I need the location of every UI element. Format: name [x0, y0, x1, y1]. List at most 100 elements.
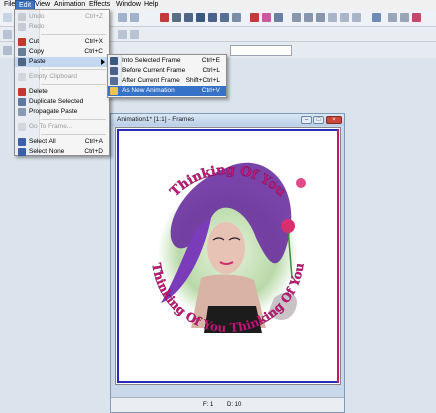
- submenu-arrow-icon: [101, 59, 105, 65]
- copy-icon[interactable]: [172, 13, 181, 22]
- delete-frame-icon[interactable]: [232, 13, 241, 22]
- delete-icon: [18, 88, 26, 96]
- menu-item-select-none[interactable]: Select None Ctrl+D: [15, 147, 109, 157]
- first-frame-icon[interactable]: [328, 13, 337, 22]
- grid-icon[interactable]: [400, 13, 409, 22]
- menu-item-select-all[interactable]: Select All Ctrl+A: [15, 137, 109, 147]
- frame-status-bar: F: 1 D: 10: [111, 397, 344, 412]
- maximize-icon[interactable]: □: [313, 116, 324, 124]
- menu-item-shortcut: Ctrl+C: [84, 48, 103, 55]
- paste-icon: [18, 58, 26, 66]
- undo-icon: [18, 13, 26, 21]
- help-icon[interactable]: [372, 13, 381, 22]
- frame-delay: D: 10: [227, 402, 242, 408]
- menu-item-before-current-frame[interactable]: Before Current Frame Ctrl+L: [108, 66, 226, 76]
- menu-item-label: After Current Frame: [122, 77, 180, 84]
- menu-item-copy[interactable]: Copy Ctrl+C: [15, 47, 109, 57]
- frames-window: Animation1* [1:1] - Frames – □ × Thinkin…: [110, 113, 345, 413]
- menu-item-label: Cut: [29, 38, 40, 45]
- menu-item-label: Paste: [29, 58, 46, 65]
- menu-item-shortcut: Ctrl+X: [84, 38, 103, 45]
- menu-item-shortcut: Ctrl+D: [84, 148, 103, 155]
- menu-item-go-to-frame[interactable]: Go To Frame...: [15, 122, 109, 132]
- menu-separator: [41, 119, 106, 120]
- go-to-frame-icon: [18, 123, 26, 131]
- redo-icon: [18, 23, 26, 31]
- paste-before-icon[interactable]: [208, 13, 217, 22]
- paste-submenu: Into Selected Frame Ctrl+E Before Curren…: [107, 54, 227, 98]
- paste-into-frame-icon: [110, 57, 118, 65]
- scissors-icon: [18, 38, 26, 46]
- menu-item-label: Copy: [29, 48, 45, 55]
- play-icon[interactable]: [304, 13, 313, 22]
- select-none-icon: [18, 148, 26, 156]
- border-right: [337, 129, 339, 383]
- menu-separator: [41, 134, 106, 135]
- paste-frame-icon[interactable]: [196, 13, 205, 22]
- menu-item-redo[interactable]: Redo: [15, 22, 109, 32]
- menu-item-label: Into Selected Frame: [122, 57, 181, 64]
- menu-item-shortcut: Ctrl+L: [202, 67, 220, 74]
- paste-icon[interactable]: [184, 13, 193, 22]
- frame-canvas[interactable]: Thinking Of You Thinking Of You Thinking…: [115, 127, 341, 385]
- window-title: Animation1* [1:1] - Frames: [117, 116, 195, 123]
- redo-icon[interactable]: [130, 13, 139, 22]
- new-icon[interactable]: [3, 13, 12, 22]
- border-top: [117, 129, 339, 131]
- menu-item-empty-clipboard[interactable]: Empty Clipboard: [15, 72, 109, 82]
- paste-after-icon: [110, 77, 118, 85]
- menu-item-shortcut: Ctrl+A: [84, 138, 103, 145]
- menu-item-cut[interactable]: Cut Ctrl+X: [15, 37, 109, 47]
- propagate-icon: [18, 108, 26, 116]
- menu-item-label: Undo: [29, 13, 45, 20]
- menu-window[interactable]: Window: [113, 0, 144, 10]
- rose-flower: [281, 219, 295, 233]
- menu-item-label: Select None: [29, 148, 65, 155]
- frame-image: Thinking Of You Thinking Of You Thinking…: [117, 129, 339, 383]
- stop-icon[interactable]: [316, 13, 325, 22]
- cut-icon[interactable]: [160, 13, 169, 22]
- tool-option-field[interactable]: [230, 45, 292, 56]
- face-shape: [207, 222, 245, 274]
- copy-icon: [18, 48, 26, 56]
- undo-small-icon[interactable]: [118, 30, 127, 39]
- minimize-icon[interactable]: –: [301, 116, 312, 124]
- menu-item-duplicate-selected[interactable]: Duplicate Selected: [15, 97, 109, 107]
- menu-item-label: Propagate Paste: [29, 108, 78, 115]
- arrow-icon[interactable]: [3, 30, 12, 39]
- edit-menu: Undo Ctrl+Z Redo Cut Ctrl+X Copy Ctrl+C …: [14, 9, 110, 156]
- onion-skin-icon[interactable]: [412, 13, 421, 22]
- menu-item-propagate-paste[interactable]: Propagate Paste: [15, 107, 109, 117]
- clipboard-icon: [18, 73, 26, 81]
- menu-separator: [41, 84, 106, 85]
- menu-item-undo[interactable]: Undo Ctrl+Z: [15, 12, 109, 22]
- duplicate-icon: [18, 98, 26, 106]
- menu-item-after-current-frame[interactable]: After Current Frame Shift+Ctrl+L: [108, 76, 226, 86]
- undo-icon[interactable]: [118, 13, 127, 22]
- select-all-icon: [18, 138, 26, 146]
- menu-separator: [41, 34, 106, 35]
- effect-icon[interactable]: [250, 13, 259, 22]
- next-frame-icon[interactable]: [352, 13, 361, 22]
- selection-tool-icon[interactable]: [3, 46, 12, 55]
- menu-item-label: Go To Frame...: [29, 123, 73, 130]
- window-titlebar[interactable]: Animation1* [1:1] - Frames – □ ×: [111, 114, 344, 126]
- zoom-icon[interactable]: [388, 13, 397, 22]
- close-icon[interactable]: ×: [326, 116, 342, 124]
- menu-help[interactable]: Help: [141, 0, 161, 10]
- paste-after-icon[interactable]: [220, 13, 229, 22]
- transition-icon[interactable]: [262, 13, 271, 22]
- menu-item-paste[interactable]: Paste: [15, 57, 109, 67]
- properties-icon[interactable]: [274, 13, 283, 22]
- paste-before-icon: [110, 67, 118, 75]
- redo-small-icon[interactable]: [130, 30, 139, 39]
- prev-frame-icon[interactable]: [340, 13, 349, 22]
- view-animation-icon[interactable]: [292, 13, 301, 22]
- border-bottom: [117, 381, 339, 383]
- menu-item-into-selected-frame[interactable]: Into Selected Frame Ctrl+E: [108, 56, 226, 66]
- menu-item-delete[interactable]: Delete: [15, 87, 109, 97]
- menu-item-label: Empty Clipboard: [29, 73, 78, 80]
- rose-bud: [296, 178, 306, 188]
- menu-item-as-new-animation[interactable]: As New Animation Ctrl+V: [108, 86, 226, 96]
- menu-item-label: Redo: [29, 23, 45, 30]
